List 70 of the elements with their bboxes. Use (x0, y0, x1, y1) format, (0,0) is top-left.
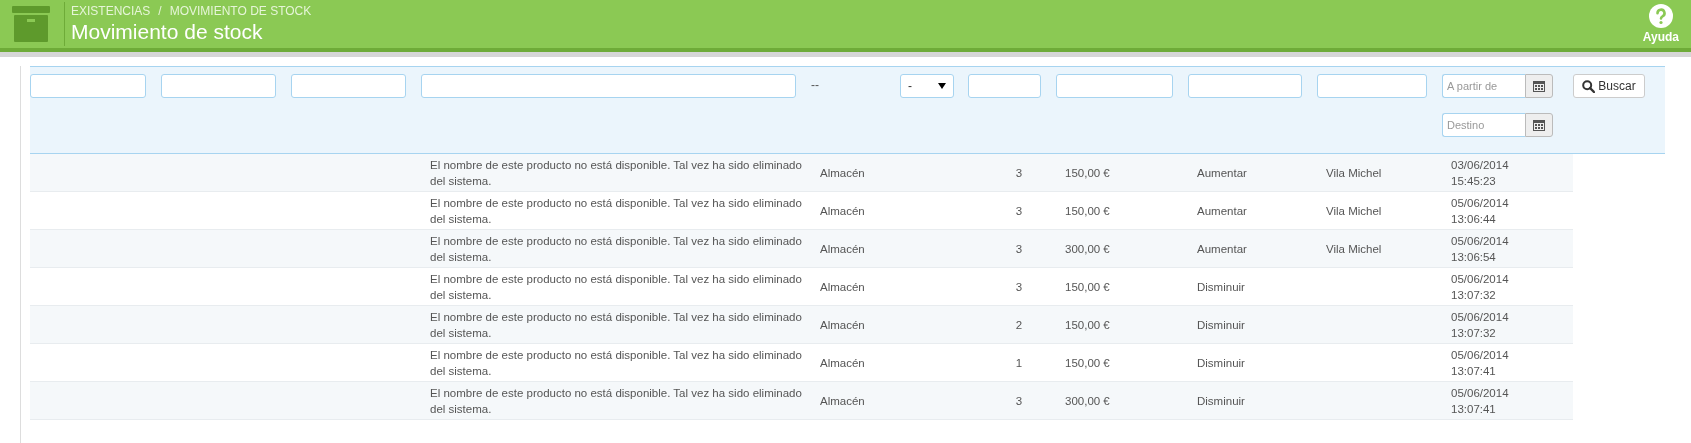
warehouse-cell-text: Almacén (820, 393, 866, 409)
calendar-button[interactable] (1525, 74, 1553, 98)
archive-box-icon (12, 6, 50, 42)
label-cell-text: Disminuir (1197, 355, 1246, 371)
price-cell-text: 150,00 € (1065, 355, 1111, 371)
calendar-icon (1533, 80, 1545, 92)
quantity-cell-text: 3 (1014, 241, 1024, 257)
label-cell-text: Disminuir (1197, 393, 1246, 409)
search-icon (1582, 79, 1596, 93)
label-filter-field[interactable] (1188, 74, 1302, 98)
price-cell-text: 300,00 € (1065, 393, 1111, 409)
employee-cell-text: Vila Michel (1326, 165, 1383, 181)
quantity-cell-text: 3 (1014, 279, 1024, 295)
name-filter-field[interactable] (421, 74, 796, 98)
label-cell-text: Aumentar (1197, 165, 1248, 181)
product-name-cell-text: El nombre de este producto no está disponible. Tal vez ha sido eliminado del sistema. (430, 157, 803, 189)
warehouse-cell-text: Almacén (820, 203, 866, 219)
product-name-cell-text: El nombre de este producto no está disponible. Tal vez ha sido eliminado del sistema. (430, 309, 803, 341)
caret-icon (938, 83, 946, 89)
quantity-cell-text: 1 (1014, 355, 1024, 371)
date-cell-text: 05/06/2014 13:06:44 (1451, 195, 1510, 227)
quantity-cell-text: 2 (1014, 317, 1024, 333)
calendar-icon (1533, 119, 1545, 131)
ean-filter-field[interactable] (161, 74, 276, 98)
help-link[interactable]: Ayuda (1642, 4, 1679, 44)
product-name-cell-text: El nombre de este producto no está disponible. Tal vez ha sido eliminado del sistema. (430, 195, 803, 227)
breadcrumb-link[interactable]: EXISTENCIAS (71, 4, 151, 18)
employee-cell-text: Vila Michel (1326, 203, 1383, 219)
price-cell-text: 150,00 € (1065, 279, 1111, 295)
product-name-cell-text: El nombre de este producto no está disponible. Tal vez ha sido eliminado del sistema. (430, 385, 803, 417)
label-cell-text: Disminuir (1197, 317, 1246, 333)
quantity-cell-text: 3 (1014, 393, 1024, 409)
price-cell-text: 150,00 € (1065, 317, 1111, 333)
warehouse-cell-text: Almacén (820, 279, 866, 295)
label-cell-text: Aumentar (1197, 241, 1248, 257)
quantity-filter-field[interactable] (968, 74, 1041, 98)
page-title: Movimiento de stock (71, 20, 264, 44)
warehouse-cell-text: Almacén (820, 317, 866, 333)
date-cell-text: 05/06/2014 13:07:41 (1451, 385, 1510, 417)
breadcrumb-separator: / (158, 4, 162, 18)
product-name-cell-text: El nombre de este producto no está disponible. Tal vez ha sido eliminado del sistema. (430, 233, 803, 265)
employee-filter-field[interactable] (1317, 74, 1427, 98)
search-button[interactable]: Buscar (1573, 74, 1645, 98)
warehouse-cell-text: Almacén (820, 355, 866, 371)
date-cell-text: 03/06/2014 15:45:23 (1451, 157, 1510, 189)
date-from-field[interactable]: A partir de (1442, 74, 1525, 98)
quantity-cell-text: 3 (1014, 203, 1024, 219)
price-filter-field[interactable] (1056, 74, 1173, 98)
upc-filter-field[interactable] (291, 74, 406, 98)
date-cell-text: 05/06/2014 13:07:32 (1451, 271, 1510, 303)
reference-filter-field[interactable] (30, 74, 146, 98)
date-cell-text: 05/06/2014 13:07:41 (1451, 347, 1510, 379)
warehouse-cell-text: Almacén (820, 241, 866, 257)
label-cell-text: Disminuir (1197, 279, 1246, 295)
breadcrumb-link[interactable]: MOVIMIENTO DE STOCK (169, 4, 312, 18)
warehouse-cell-text: Almacén (820, 165, 866, 181)
price-cell-text: 300,00 € (1065, 241, 1111, 257)
price-cell-text: 150,00 € (1065, 203, 1111, 219)
sign-select[interactable]: - (900, 74, 954, 98)
product-name-cell-text: El nombre de este producto no está disponible. Tal vez ha sido eliminado del sistema. (430, 271, 803, 303)
employee-cell-text: Vila Michel (1326, 241, 1383, 257)
price-cell-text: 150,00 € (1065, 165, 1111, 181)
warehouse-filter-text: -- (811, 77, 820, 92)
date-cell-text: 05/06/2014 13:06:54 (1451, 233, 1510, 265)
quantity-cell-text: 3 (1014, 165, 1024, 181)
date-cell-text: 05/06/2014 13:07:32 (1451, 309, 1510, 341)
label-cell-text: Aumentar (1197, 203, 1248, 219)
date-to-field[interactable]: Destino (1442, 113, 1525, 137)
product-name-cell-text: El nombre de este producto no está disponible. Tal vez ha sido eliminado del sistema. (430, 347, 803, 379)
calendar-button[interactable] (1525, 113, 1553, 137)
